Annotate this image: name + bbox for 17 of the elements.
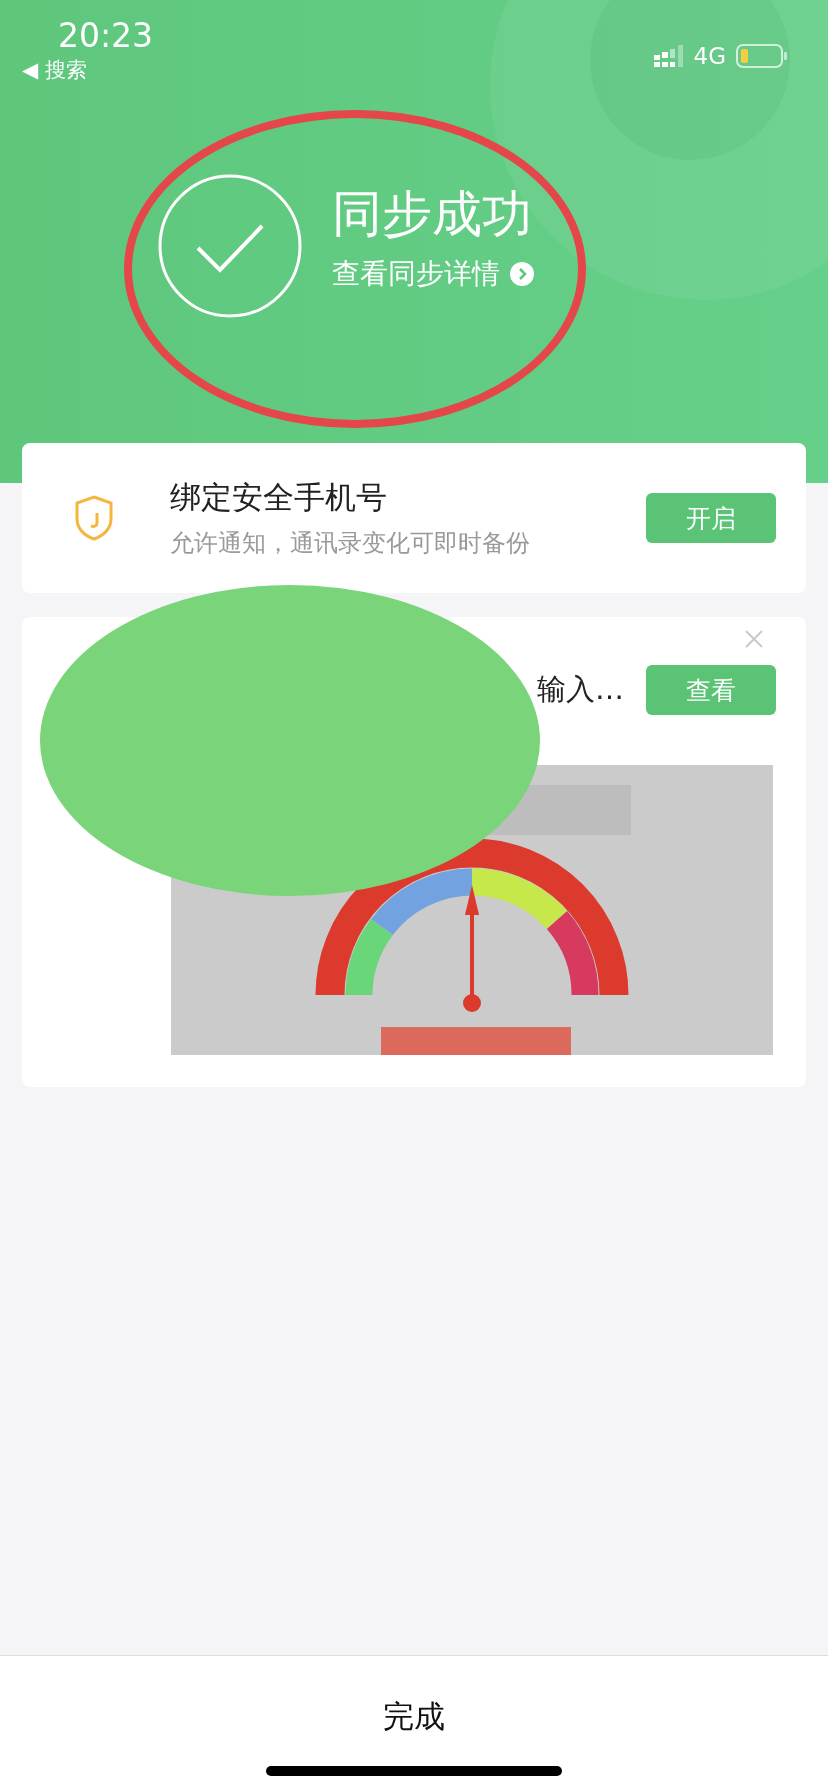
signal-icon [653, 45, 684, 67]
battery-icon [736, 43, 788, 69]
enable-button[interactable]: 开启 [646, 493, 776, 543]
back-link[interactable]: ◀ 搜索 [22, 56, 154, 84]
ad-title: 输入… [537, 671, 624, 708]
card-title: 绑定安全手机号 [170, 478, 388, 517]
sync-title: 同步成功 [332, 184, 533, 244]
chevron-icon[interactable] [510, 262, 534, 286]
check-circle-icon [158, 174, 302, 318]
sync-details-link[interactable]: 查看同步详情 [332, 256, 500, 292]
close-icon[interactable] [744, 629, 764, 649]
card-subtitle: 允许通知，通讯录变化可即时备份 [170, 528, 531, 559]
network-label: 4G [693, 43, 726, 69]
status-time: 20:23 [58, 16, 154, 56]
done-button[interactable]: 完成 [383, 1696, 445, 1738]
view-button[interactable]: 查看 [646, 665, 776, 715]
shield-icon [74, 495, 114, 541]
